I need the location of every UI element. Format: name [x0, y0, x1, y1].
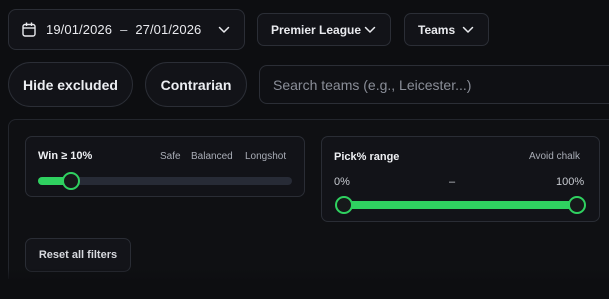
pick-range-max-thumb[interactable] — [568, 196, 586, 214]
chevron-down-icon — [218, 26, 230, 33]
chevron-down-icon — [462, 26, 474, 33]
pick-range-min-label: 0% — [334, 176, 350, 188]
date-range-picker[interactable]: 19/01/2026 – 27/01/2026 — [8, 9, 245, 50]
chevron-down-icon — [364, 26, 376, 33]
hide-excluded-toggle[interactable]: Hide excluded — [8, 62, 133, 107]
league-dropdown-label: Premier League — [271, 22, 362, 37]
win-filter-title: Win ≥ 10% — [38, 150, 93, 162]
pick-range-title: Pick% range — [334, 151, 400, 163]
league-dropdown[interactable]: Premier League — [257, 13, 391, 46]
date-end: 27/01/2026 — [135, 22, 202, 37]
preset-safe[interactable]: Safe — [160, 151, 181, 162]
date-separator: – — [120, 22, 128, 37]
preset-balanced[interactable]: Balanced — [191, 151, 233, 162]
bottom-fade — [0, 268, 609, 299]
pick-range-fill — [344, 201, 577, 209]
pick-range-dash: – — [449, 176, 456, 188]
entity-dropdown[interactable]: Teams — [404, 13, 489, 46]
reset-all-filters-button[interactable]: Reset all filters — [25, 238, 131, 272]
preset-longshot[interactable]: Longshot — [245, 151, 286, 162]
calendar-icon — [22, 22, 36, 37]
entity-dropdown-label: Teams — [418, 22, 456, 37]
date-start: 19/01/2026 — [46, 22, 113, 37]
contrarian-toggle[interactable]: Contrarian — [145, 62, 247, 107]
win-slider-thumb[interactable] — [62, 172, 81, 190]
preset-avoid-chalk[interactable]: Avoid chalk — [529, 151, 580, 162]
pick-range-max-label: 100% — [556, 176, 585, 188]
search-input[interactable] — [260, 66, 609, 103]
search-box — [259, 65, 609, 104]
pick-range-min-thumb[interactable] — [335, 196, 353, 214]
